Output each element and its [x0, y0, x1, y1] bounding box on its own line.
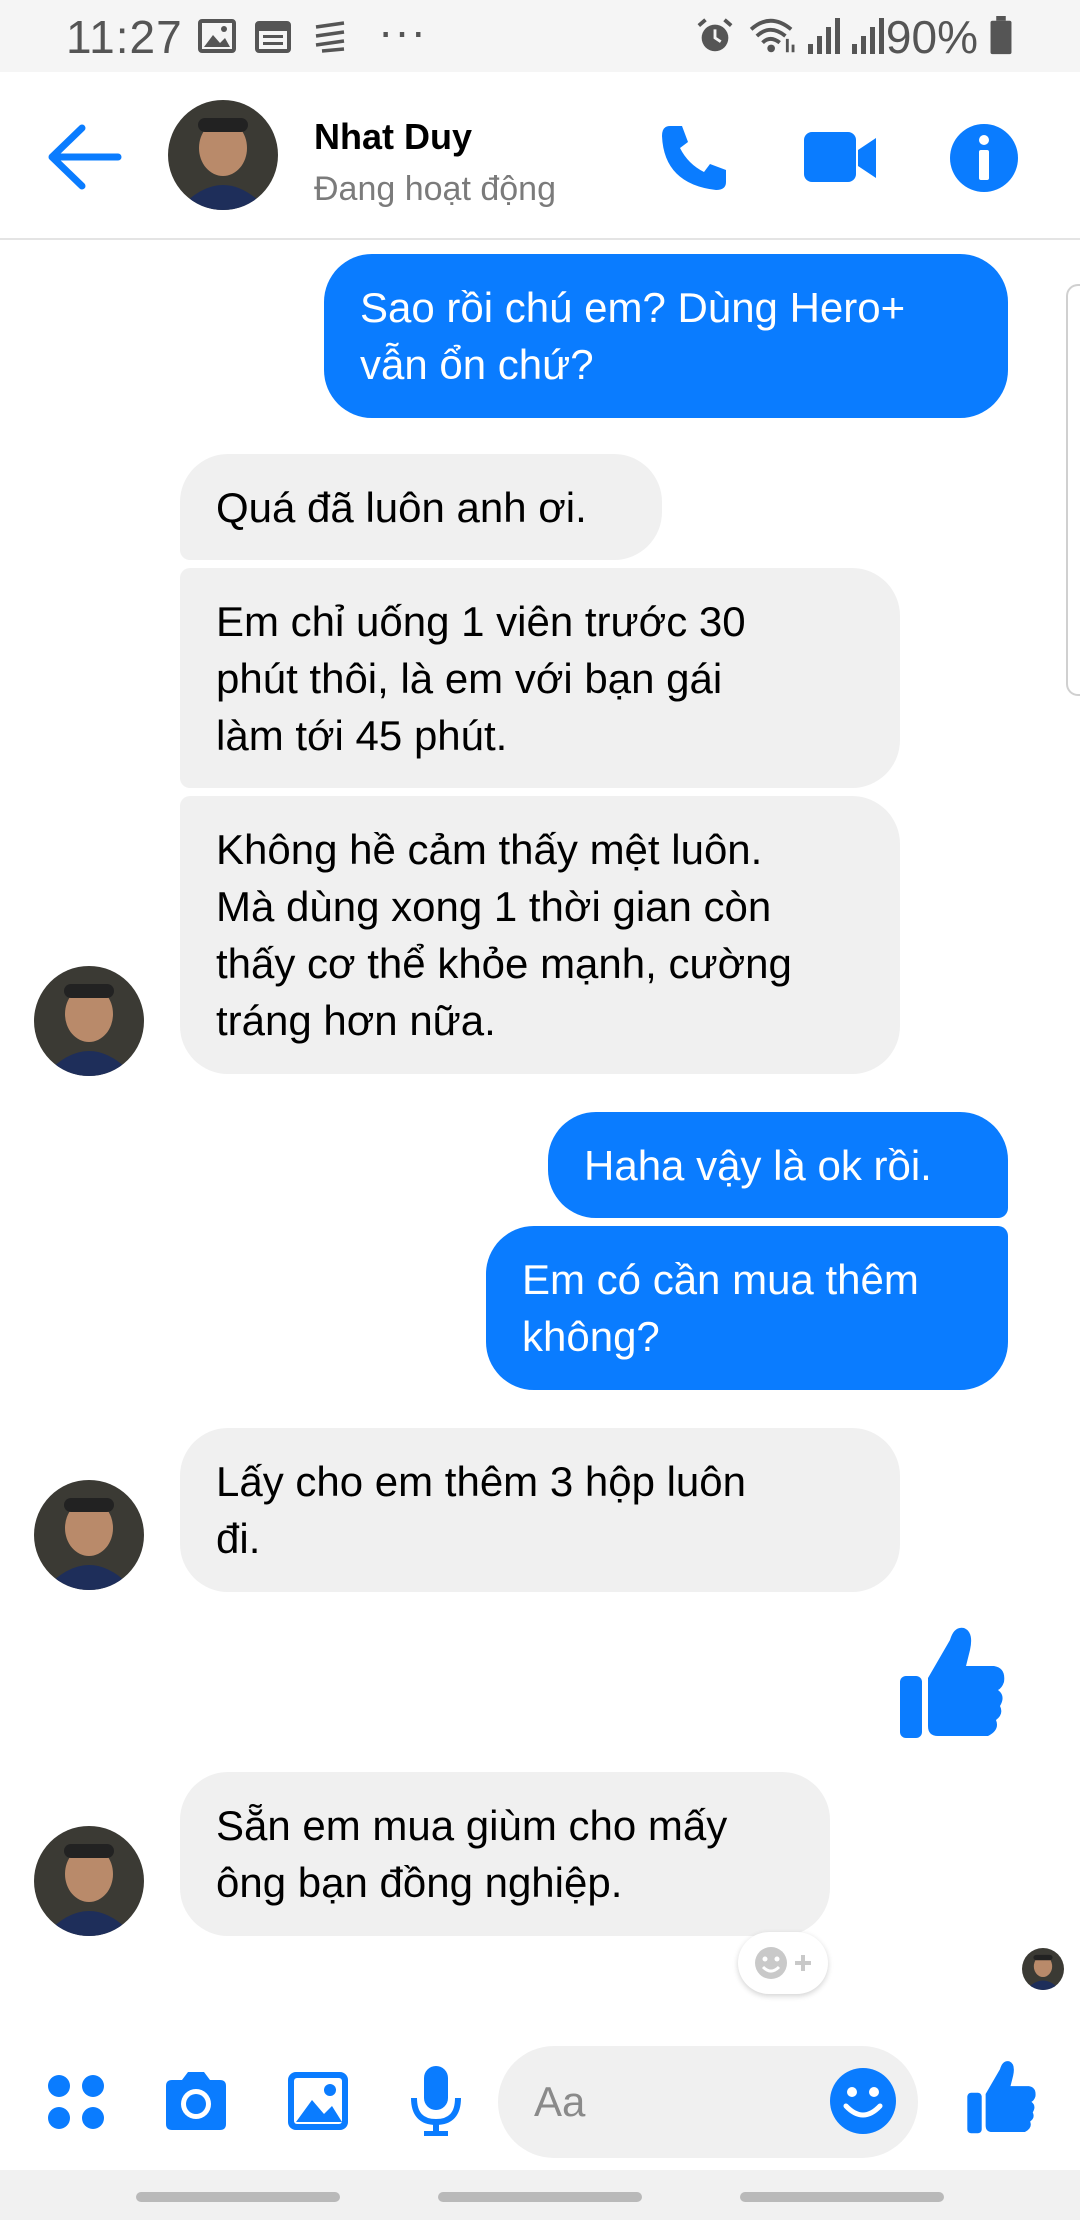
message-line: ông bạn đồng nghiệp.	[216, 1859, 623, 1906]
system-nav-bar	[0, 2170, 1080, 2220]
message-line: không?	[522, 1313, 660, 1360]
nav-recent-button[interactable]	[136, 2192, 340, 2202]
thumbs-up-icon[interactable]	[898, 1622, 1008, 1740]
info-icon[interactable]	[946, 120, 1022, 196]
message-line: Mà dùng xong 1 thời gian còn	[216, 883, 772, 930]
message-incoming[interactable]: Em chỉ uống 1 viên trước 30 phút thôi, là…	[180, 568, 900, 788]
status-more-dots: ···	[378, 5, 427, 57]
battery-percent: 90%	[885, 11, 978, 63]
message-composer: Aa	[0, 2030, 1080, 2170]
thumbs-up-icon[interactable]	[966, 2056, 1038, 2136]
signal-icon	[852, 18, 884, 54]
image-icon	[198, 19, 236, 53]
alarm-icon	[697, 18, 733, 52]
apps-icon[interactable]	[44, 2064, 108, 2136]
scrollbar[interactable]	[1066, 284, 1080, 696]
message-line: vẫn ổn chứ?	[360, 341, 594, 388]
battery-icon	[990, 16, 1012, 55]
message-outgoing[interactable]: Em có cần mua thêm không?	[486, 1226, 1008, 1390]
message-incoming[interactable]: Sẵn em mua giùm cho mấy ông bạn đồng nghi…	[180, 1772, 830, 1936]
message-line: Haha vậy là ok rồi.	[584, 1141, 932, 1189]
message-incoming[interactable]: Lấy cho em thêm 3 hộp luôn đi.	[180, 1428, 900, 1592]
message-line: tráng hơn nữa.	[216, 997, 496, 1044]
message-incoming[interactable]: Không hề cảm thấy mệt luôn. Mà dùng xong …	[180, 796, 900, 1074]
avatar[interactable]	[34, 1826, 144, 1936]
nav-back-button[interactable]	[740, 2192, 944, 2202]
message-line: Sẵn em mua giùm cho mấy	[216, 1802, 728, 1849]
message-input-placeholder: Aa	[534, 2078, 586, 2125]
contact-status: Đang hoạt động	[314, 170, 556, 208]
microphone-icon[interactable]	[400, 2064, 472, 2136]
emoji-icon[interactable]	[826, 2064, 900, 2138]
camera-icon[interactable]	[160, 2064, 232, 2136]
phone-icon[interactable]	[656, 120, 732, 196]
signal-icon	[808, 18, 840, 54]
status-bar: 11:27 ··· 90%	[0, 0, 1080, 72]
gallery-icon[interactable]	[282, 2064, 354, 2136]
avatar[interactable]	[34, 966, 144, 1076]
add-reaction-icon	[755, 1947, 811, 1979]
message-line: Em có cần mua thêm	[522, 1256, 919, 1303]
message-line: Không hề cảm thấy mệt luôn.	[216, 826, 763, 873]
message-line: Lấy cho em thêm 3 hộp luôn	[216, 1458, 747, 1505]
message-input[interactable]: Aa	[498, 2046, 918, 2158]
message-line: phút thôi, là em với bạn gái	[216, 654, 723, 702]
message-line: làm tới 45 phút.	[216, 711, 508, 759]
message-line: Sao rồi chú em? Dùng Hero+	[360, 284, 906, 331]
calendar-icon	[255, 21, 291, 53]
avatar[interactable]	[168, 100, 278, 210]
avatar[interactable]	[34, 1480, 144, 1590]
message-line: Quá đã luôn anh ơi.	[216, 483, 587, 531]
message-outgoing[interactable]: Haha vậy là ok rồi.	[548, 1112, 1008, 1218]
message-outgoing[interactable]: Sao rồi chú em? Dùng Hero+ vẫn ổn chứ?	[324, 254, 1008, 418]
notes-icon	[315, 21, 345, 53]
contact-name[interactable]: Nhat Duy	[314, 116, 472, 158]
status-time: 11:27	[66, 11, 183, 63]
message-line: Em chỉ uống 1 viên trước 30	[216, 597, 746, 645]
add-reaction-button[interactable]	[738, 1932, 828, 1994]
message-incoming[interactable]: Quá đã luôn anh ơi.	[180, 454, 662, 560]
video-icon[interactable]	[800, 120, 880, 196]
wifi-icon	[749, 18, 795, 53]
message-line: thấy cơ thể khỏe mạnh, cường	[216, 940, 792, 987]
message-line: đi.	[216, 1515, 261, 1562]
seen-indicator-avatar	[1020, 1946, 1066, 1992]
nav-home-button[interactable]	[438, 2192, 642, 2202]
back-arrow-icon[interactable]	[46, 122, 122, 192]
conversation-header: Nhat Duy Đang hoạt động	[0, 72, 1080, 240]
